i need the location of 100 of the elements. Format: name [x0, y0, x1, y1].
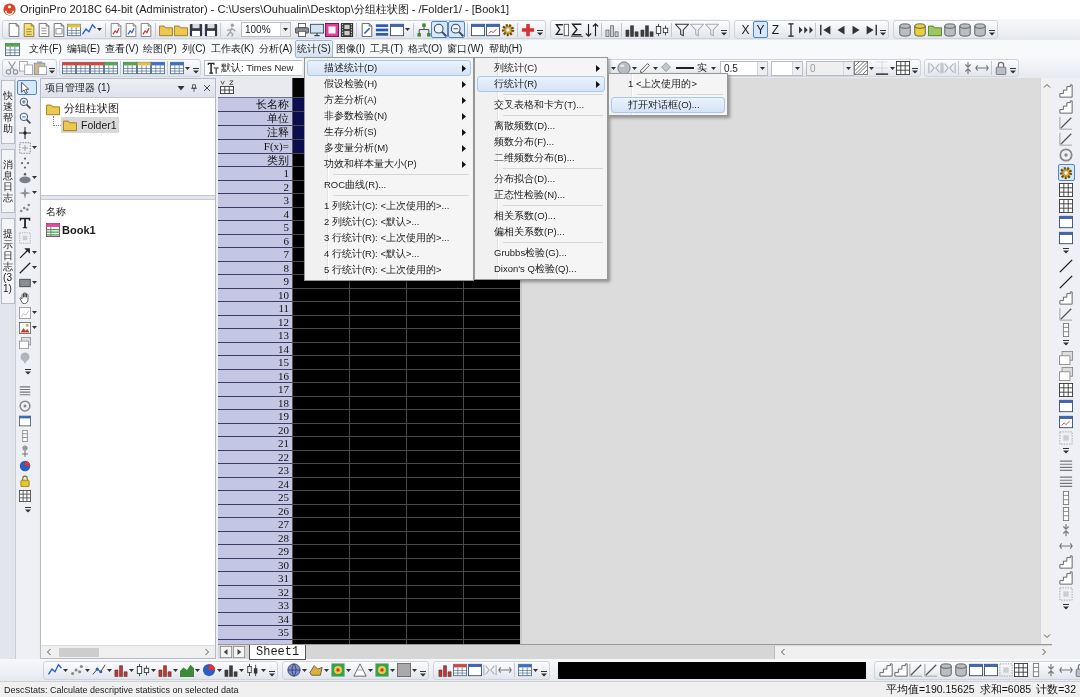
- cylinder-icon[interactable]: [953, 663, 968, 677]
- hatch-icon[interactable]: [854, 61, 868, 75]
- tool-button[interactable]: [17, 260, 37, 275]
- surface-icon[interactable]: [308, 663, 323, 677]
- square-icon[interactable]: [396, 663, 411, 677]
- table-icon[interactable]: [104, 61, 118, 75]
- caret-icon[interactable]: [302, 668, 307, 672]
- caret-icon[interactable]: [107, 668, 112, 672]
- dotted-square-icon[interactable]: [19, 231, 31, 244]
- caret-icon[interactable]: [653, 66, 658, 70]
- skip-back-icon[interactable]: [818, 22, 833, 37]
- grid-icon[interactable]: [1013, 663, 1028, 677]
- dropdown-icon[interactable]: [177, 84, 185, 92]
- tree-item[interactable]: Folder1: [61, 117, 119, 133]
- menu-item[interactable]: 二维频数分布(B)...: [477, 150, 605, 166]
- pin-icon[interactable]: [190, 84, 198, 92]
- window-icon[interactable]: [389, 22, 404, 37]
- arrow-icon[interactable]: [19, 246, 31, 259]
- ring-icon[interactable]: [1059, 148, 1073, 162]
- caret-icon[interactable]: [32, 146, 37, 149]
- layers-icon[interactable]: [19, 336, 31, 349]
- toolbar-options-icon[interactable]: [1063, 604, 1069, 610]
- stairs-icon[interactable]: [1059, 555, 1073, 569]
- line-style-combo[interactable]: 实: [673, 60, 717, 76]
- zoom-in-icon[interactable]: [19, 96, 31, 109]
- menu-item[interactable]: 2 列统计(C): <默认>...: [307, 214, 471, 230]
- line-chart-icon[interactable]: [81, 22, 96, 37]
- side-tab[interactable]: 提示日志 (31): [0, 218, 15, 304]
- cylinder-icon[interactable]: [938, 663, 953, 677]
- caret-icon[interactable]: [368, 668, 373, 672]
- menu-item[interactable]: 功效和样本量大小(P): [307, 156, 471, 172]
- sheet-tab[interactable]: Sheet1: [249, 644, 307, 660]
- table-icon[interactable]: [452, 663, 467, 677]
- caret-icon[interactable]: [324, 668, 329, 672]
- cylinder-icon[interactable]: [972, 22, 987, 37]
- caret-icon[interactable]: [185, 66, 190, 70]
- list-icon[interactable]: [1059, 459, 1073, 473]
- rectangle-icon[interactable]: [19, 276, 31, 289]
- window-icon[interactable]: [1059, 415, 1073, 429]
- zoom-combo[interactable]: 100%: [241, 22, 291, 37]
- page-icon[interactable]: [36, 22, 51, 37]
- lock-icon[interactable]: [994, 61, 1008, 75]
- line-icon[interactable]: [19, 261, 31, 274]
- toolbar-options-icon[interactable]: [1063, 340, 1069, 346]
- caret-icon[interactable]: [711, 66, 716, 70]
- table-icon[interactable]: [5, 41, 20, 57]
- dotted-square-icon[interactable]: [1059, 587, 1073, 601]
- caret-icon[interactable]: [869, 66, 874, 70]
- crosshair-icon[interactable]: [19, 126, 31, 139]
- menu-item[interactable]: 行统计(R): [477, 76, 605, 92]
- menu-item[interactable]: 分布拟合(D)...: [477, 171, 605, 187]
- toolbar-options-icon[interactable]: [24, 369, 31, 375]
- menu-item[interactable]: 相关系数(O)...: [477, 208, 605, 224]
- toolbar-options-icon[interactable]: [989, 30, 995, 36]
- dots-icon[interactable]: [19, 156, 31, 169]
- cylinder-icon[interactable]: [897, 22, 912, 37]
- toolbar-options-icon[interactable]: [541, 670, 547, 677]
- stairs-icon[interactable]: [1059, 291, 1073, 305]
- diagonal-line-icon[interactable]: [1059, 307, 1073, 321]
- pointer-icon[interactable]: [19, 81, 31, 94]
- zoom-out-icon[interactable]: [19, 111, 31, 124]
- pie-icon[interactable]: [19, 459, 31, 472]
- tool-button[interactable]: [17, 245, 37, 260]
- image-icon[interactable]: [19, 321, 31, 334]
- layers-icon[interactable]: [1059, 351, 1073, 365]
- caret-icon[interactable]: [217, 668, 222, 672]
- caret-icon[interactable]: [129, 668, 134, 672]
- input-field[interactable]: [558, 661, 866, 679]
- stairs-icon[interactable]: [1059, 571, 1073, 585]
- menu-item[interactable]: 假设检验(H): [307, 76, 471, 92]
- side-tab[interactable]: 消息日志: [0, 149, 15, 213]
- caret-icon[interactable]: [412, 668, 417, 672]
- menu-item[interactable]: 频数分布(F)...: [477, 134, 605, 150]
- caret-icon[interactable]: [32, 251, 37, 254]
- menu-item[interactable]: 非参数检验(N): [307, 108, 471, 124]
- menu-item[interactable]: 正态性检验(N)...: [477, 187, 605, 203]
- close-icon[interactable]: [203, 84, 211, 92]
- menu-item[interactable]: 4 行统计(R): <默认>...: [307, 246, 471, 262]
- gear-icon[interactable]: [500, 22, 515, 37]
- graph-page-icon[interactable]: [108, 22, 123, 37]
- window-icon[interactable]: [983, 663, 998, 677]
- table-icon[interactable]: [62, 61, 76, 75]
- menu-bar-item[interactable]: 帮助(H): [486, 40, 525, 58]
- table-icon[interactable]: [220, 80, 234, 94]
- caret-icon[interactable]: [405, 28, 410, 31]
- film-strip-icon[interactable]: [339, 22, 354, 37]
- menu-item[interactable]: 多变量分析(M): [307, 140, 471, 156]
- caret-icon[interactable]: [890, 66, 895, 70]
- stairs-icon[interactable]: [1059, 100, 1073, 114]
- stairs-icon[interactable]: [1059, 84, 1073, 98]
- list-item[interactable]: Book1: [46, 223, 96, 237]
- caret-icon[interactable]: [239, 668, 244, 672]
- toolbar-options-icon[interactable]: [912, 68, 918, 74]
- caret-icon[interactable]: [32, 281, 37, 284]
- sort-icon[interactable]: [584, 22, 599, 37]
- plus-icon[interactable]: [520, 22, 535, 37]
- printer-icon[interactable]: [294, 22, 309, 37]
- grid-icon[interactable]: [1059, 183, 1073, 197]
- table-icon[interactable]: [123, 61, 137, 75]
- menu-bar-item[interactable]: 窗口(W): [445, 40, 486, 58]
